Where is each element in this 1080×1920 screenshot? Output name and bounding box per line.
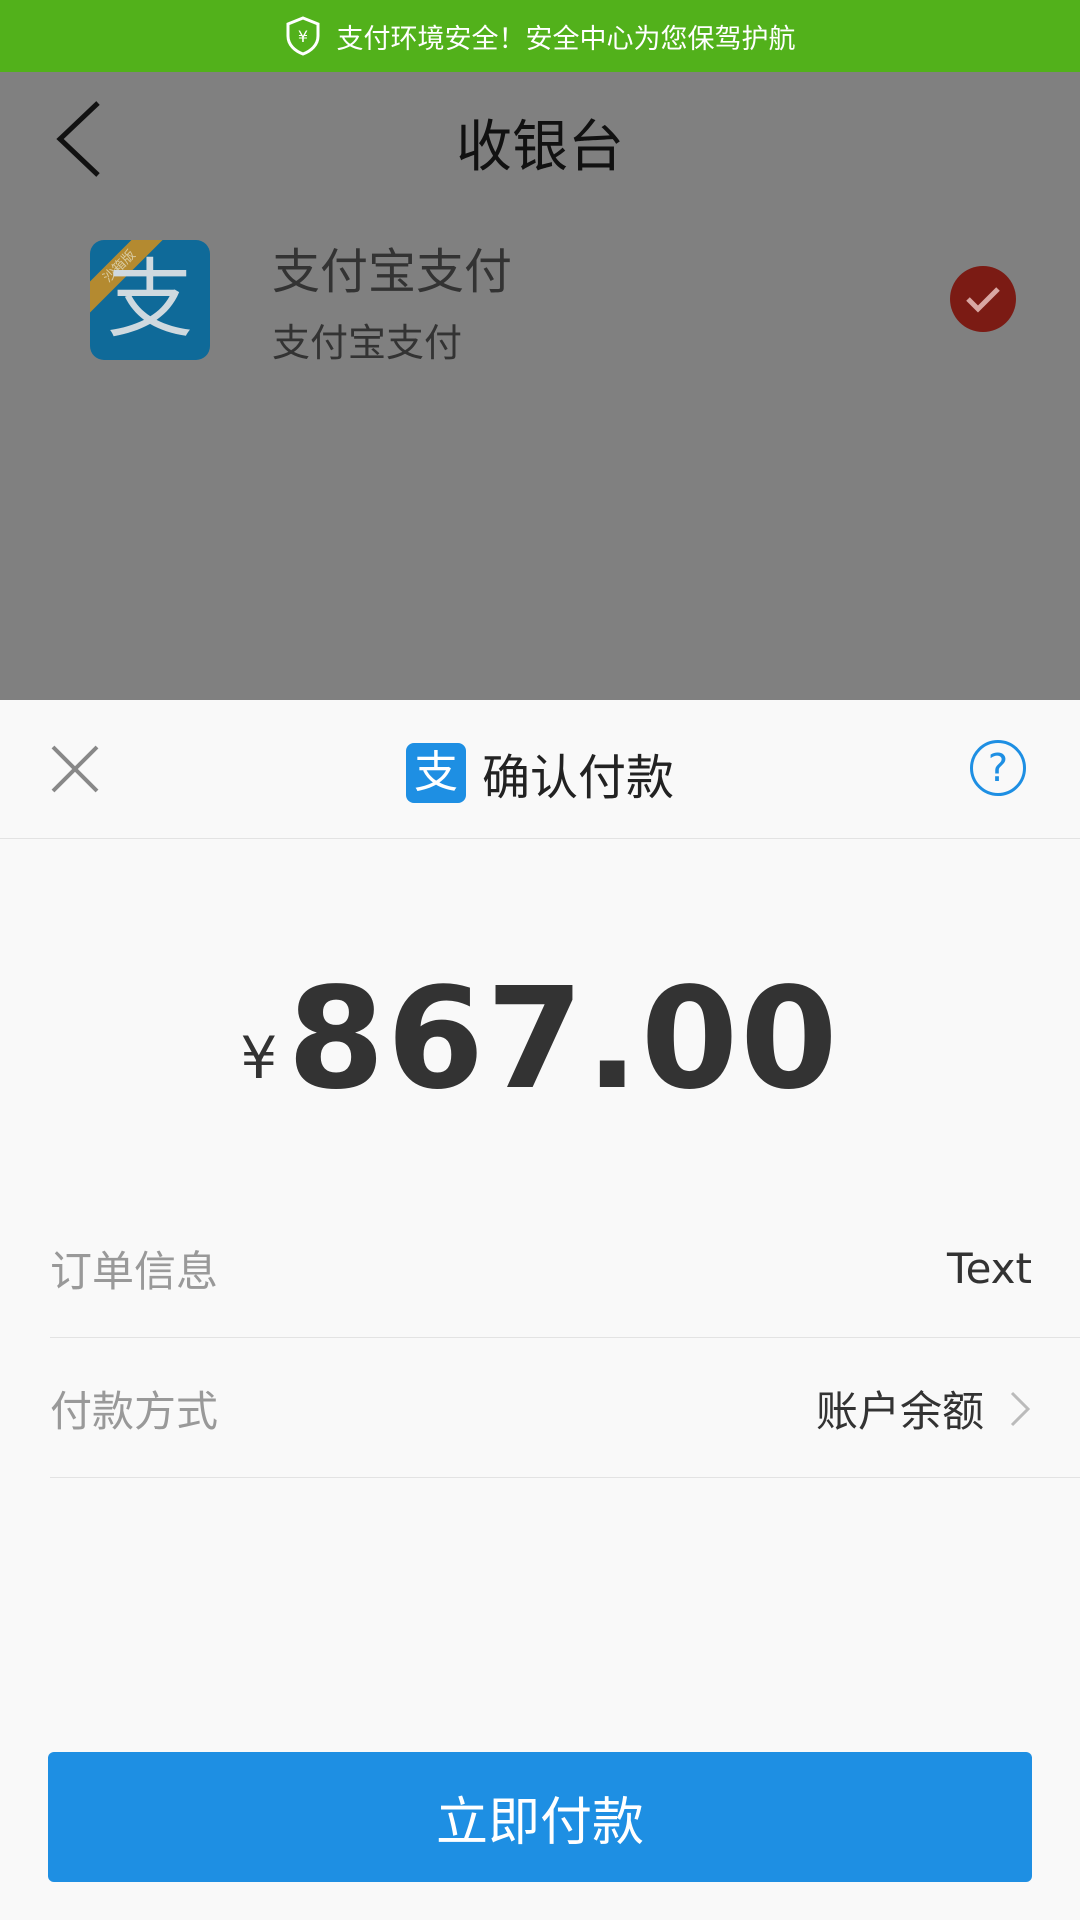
confirm-payment-sheet: 支 确认付款 ? ¥ 867.00 订单信息 Text 付款方式 账户余额 立即… — [0, 700, 1080, 1920]
selected-check-icon[interactable] — [950, 266, 1016, 332]
payment-amount: ¥ 867.00 — [0, 970, 1080, 1110]
security-banner: ¥ 支付环境安全！安全中心为您保驾护航 — [0, 0, 1080, 72]
sheet-title-group: 支 确认付款 — [0, 738, 1080, 808]
order-info-label: 订单信息 — [50, 1247, 219, 1296]
payment-method-value-group: 账户余额 — [816, 1378, 1032, 1439]
security-banner-text: 支付环境安全！安全中心为您保驾护航 — [336, 23, 796, 55]
sheet-header: 支 确认付款 ? — [0, 700, 1080, 839]
order-info-row: 订单信息 Text — [50, 1200, 1080, 1338]
payment-method-subtitle: 支付宝支付 — [272, 321, 463, 365]
alipay-app-icon: 沙箱版 支 — [90, 240, 210, 360]
amount-value: 867.00 — [287, 958, 840, 1121]
cashier-page: 收银台 沙箱版 支 支付宝支付 支付宝支付 — [0, 72, 1080, 700]
payment-method-value: 账户余额 — [815, 1387, 984, 1436]
alipay-glyph: 支 — [107, 250, 193, 350]
shield-icon: ¥ — [285, 16, 321, 56]
help-icon[interactable]: ? — [970, 740, 1026, 796]
page-title: 收银台 — [456, 115, 624, 180]
currency-symbol: ¥ — [240, 1024, 278, 1092]
pay-now-button[interactable]: 立即付款 — [48, 1752, 1032, 1882]
svg-text:¥: ¥ — [297, 27, 307, 46]
alipay-logo-icon: 支 — [405, 743, 466, 803]
sheet-title: 确认付款 — [481, 750, 674, 806]
payment-method-label: 付款方式 — [50, 1387, 219, 1436]
chevron-right-icon — [1010, 1391, 1031, 1426]
order-info-value: Text — [947, 1244, 1032, 1293]
payment-method-name[interactable]: 支付宝支付 — [272, 232, 512, 302]
payment-method-row[interactable]: 付款方式 账户余额 — [50, 1340, 1080, 1478]
